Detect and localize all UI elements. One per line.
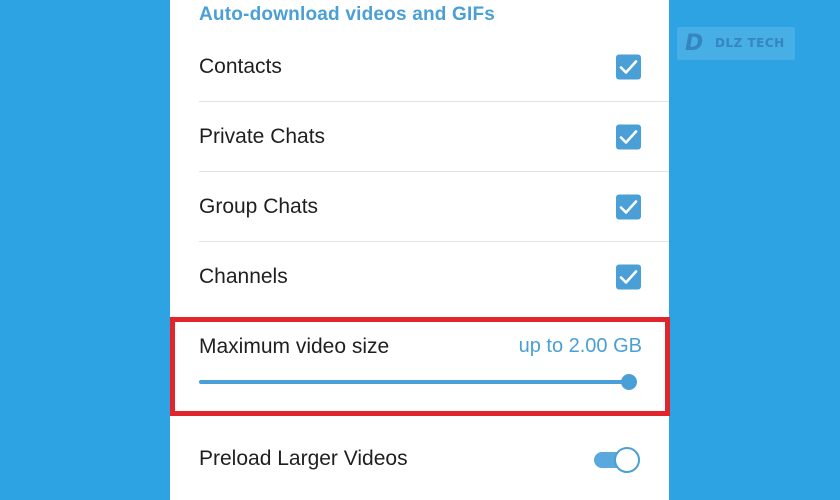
checkmark-icon	[619, 130, 638, 144]
contacts-checkbox[interactable]	[616, 54, 641, 80]
row-preload-larger-videos[interactable]: Preload Larger Videos	[170, 424, 669, 494]
preload-larger-videos-label: Preload Larger Videos	[199, 447, 408, 470]
row-contacts-label: Contacts	[199, 55, 282, 78]
max-video-size-setting: Maximum video size up to 2.00 GB	[170, 312, 669, 417]
row-group-chats-label: Group Chats	[199, 195, 319, 218]
watermark-logo: D DLZ TECH	[677, 27, 795, 60]
toggle-knob	[614, 447, 640, 473]
preload-toggle[interactable]	[594, 446, 640, 473]
checkmark-icon	[619, 60, 638, 74]
slider-fill	[199, 380, 629, 384]
channels-checkbox[interactable]	[616, 264, 641, 290]
watermark-text: DLZ TECH	[715, 36, 785, 50]
row-private-chats[interactable]: Private Chats	[170, 102, 669, 172]
slider-thumb[interactable]	[621, 374, 637, 390]
section-title: Auto-download videos and GIFs	[199, 4, 496, 25]
row-channels-label: Channels	[199, 265, 288, 288]
row-group-chats[interactable]: Group Chats	[170, 172, 669, 242]
max-video-size-value: up to 2.00 GB	[518, 335, 642, 357]
checkmark-icon	[619, 200, 638, 214]
max-video-size-label: Maximum video size	[199, 335, 390, 358]
max-video-size-slider[interactable]	[199, 374, 637, 390]
watermark-mark: D	[685, 31, 704, 56]
private-chats-checkbox[interactable]	[616, 124, 641, 150]
row-private-chats-label: Private Chats	[199, 125, 326, 148]
checkmark-icon	[619, 270, 638, 284]
settings-panel: Auto-download videos and GIFs Contacts P…	[170, 0, 669, 500]
row-contacts[interactable]: Contacts	[170, 32, 669, 102]
group-chats-checkbox[interactable]	[616, 194, 641, 220]
row-channels[interactable]: Channels	[170, 242, 669, 312]
